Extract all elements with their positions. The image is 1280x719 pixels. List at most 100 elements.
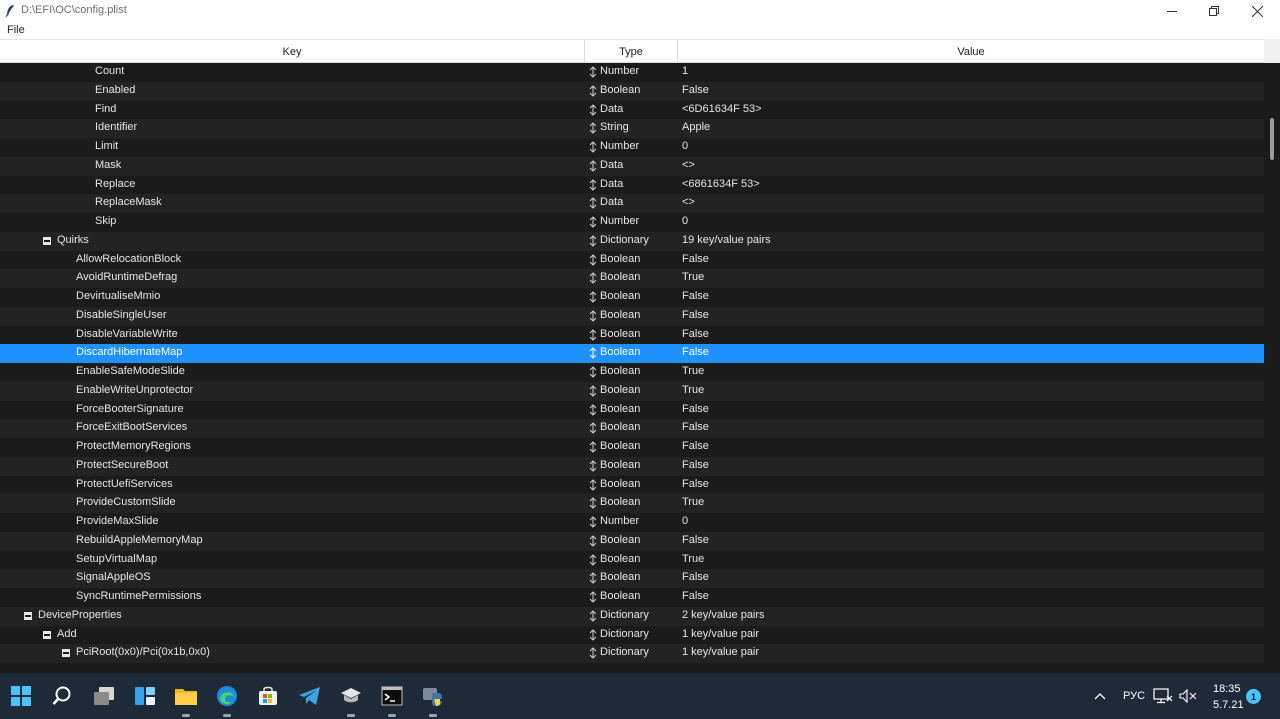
- row-value[interactable]: True: [682, 496, 704, 508]
- row-value[interactable]: False: [682, 403, 709, 415]
- row-value[interactable]: True: [682, 271, 704, 283]
- row-value[interactable]: False: [682, 534, 709, 546]
- restore-button[interactable]: [1194, 0, 1234, 22]
- row-type[interactable]: Number: [600, 65, 639, 77]
- row-type[interactable]: Boolean: [600, 421, 640, 433]
- clock-date[interactable]: 5.7.21: [1213, 699, 1244, 711]
- row-value[interactable]: 1: [682, 65, 688, 77]
- type-selector-icon[interactable]: [589, 253, 597, 266]
- store-icon[interactable]: [253, 681, 283, 711]
- type-selector-icon[interactable]: [589, 328, 597, 341]
- type-selector-icon[interactable]: [589, 291, 597, 303]
- tree-row[interactable]: Find Data <6D61634F 53>: [0, 101, 1264, 120]
- row-type[interactable]: String: [600, 121, 629, 133]
- type-selector-icon[interactable]: [589, 197, 597, 209]
- tree-row[interactable]: ProtectUefiServices Boolean False: [0, 476, 1264, 495]
- row-value[interactable]: 1 key/value pair: [682, 628, 759, 640]
- tree-row[interactable]: ForceExitBootServices Boolean False: [0, 419, 1264, 438]
- row-value[interactable]: False: [682, 309, 709, 321]
- tree-row[interactable]: AllowRelocationBlock Boolean False: [0, 251, 1264, 270]
- row-value[interactable]: 19 key/value pairs: [682, 234, 771, 246]
- tree-row[interactable]: ReplaceMask Data <>: [0, 194, 1264, 213]
- row-value[interactable]: False: [682, 459, 709, 471]
- type-selector-icon[interactable]: [589, 478, 597, 491]
- tree-row[interactable]: ProvideMaxSlide Number 0: [0, 513, 1264, 532]
- row-type[interactable]: Boolean: [600, 590, 640, 602]
- notification-badge[interactable]: 1: [1246, 689, 1261, 704]
- type-selector-icon[interactable]: [589, 103, 597, 116]
- row-value[interactable]: False: [682, 290, 709, 302]
- tree-row[interactable]: Quirks Dictionary 19 key/value pairs: [0, 231, 1264, 251]
- collapse-icon[interactable]: [62, 649, 70, 658]
- row-value[interactable]: 0: [682, 515, 688, 527]
- type-selector-icon[interactable]: [589, 366, 597, 378]
- vertical-scrollbar[interactable]: [1264, 63, 1280, 673]
- row-type[interactable]: Boolean: [600, 571, 640, 583]
- type-selector-icon[interactable]: [589, 141, 597, 153]
- telegram-icon[interactable]: [295, 681, 325, 711]
- tree-row[interactable]: ProtectSecureBoot Boolean False: [0, 456, 1264, 476]
- row-value[interactable]: <>: [682, 159, 695, 171]
- row-type[interactable]: Boolean: [600, 328, 640, 340]
- tree-row[interactable]: Mask Data <>: [0, 156, 1264, 176]
- menu-file[interactable]: File: [7, 24, 25, 36]
- tree-row[interactable]: EnableSafeModeSlide Boolean True: [0, 363, 1264, 382]
- language-indicator[interactable]: РУС: [1123, 690, 1145, 702]
- row-value[interactable]: <6861634F 53>: [682, 178, 760, 190]
- row-type[interactable]: Number: [600, 215, 639, 227]
- header-key[interactable]: Key: [0, 40, 585, 63]
- type-selector-icon[interactable]: [589, 122, 597, 134]
- type-selector-icon[interactable]: [589, 553, 597, 566]
- type-selector-icon[interactable]: [589, 216, 597, 228]
- row-type[interactable]: Boolean: [600, 290, 640, 302]
- row-type[interactable]: Boolean: [600, 459, 640, 471]
- row-value[interactable]: False: [682, 590, 709, 602]
- collapse-icon[interactable]: [24, 611, 32, 620]
- row-value[interactable]: 0: [682, 215, 688, 227]
- tree-row[interactable]: SetupVirtualMap Boolean True: [0, 551, 1264, 570]
- type-selector-icon[interactable]: [589, 572, 597, 584]
- row-value[interactable]: False: [682, 84, 709, 96]
- tree-row[interactable]: RebuildAppleMemoryMap Boolean False: [0, 531, 1264, 551]
- chevron-up-icon[interactable]: [1089, 681, 1111, 711]
- row-value[interactable]: False: [682, 346, 709, 358]
- row-type[interactable]: Boolean: [600, 440, 640, 452]
- task-view-icon[interactable]: [89, 681, 119, 711]
- row-value[interactable]: False: [682, 440, 709, 452]
- row-value[interactable]: False: [682, 328, 709, 340]
- row-type[interactable]: Boolean: [600, 403, 640, 415]
- type-selector-icon[interactable]: [589, 535, 597, 547]
- type-selector-icon[interactable]: [589, 628, 597, 641]
- python-icon[interactable]: [418, 681, 448, 717]
- row-type[interactable]: Boolean: [600, 496, 640, 508]
- tree-row[interactable]: Enabled Boolean False: [0, 81, 1264, 101]
- row-type[interactable]: Boolean: [600, 84, 640, 96]
- row-value[interactable]: <6D61634F 53>: [682, 103, 762, 115]
- type-selector-icon[interactable]: [589, 647, 597, 659]
- row-value[interactable]: Apple: [682, 121, 710, 133]
- row-type[interactable]: Boolean: [600, 553, 640, 565]
- edge-icon[interactable]: [212, 681, 242, 717]
- header-type[interactable]: Type: [585, 40, 678, 63]
- tree-row[interactable]: Count Number 1: [0, 63, 1264, 82]
- tree-row[interactable]: Limit Number 0: [0, 138, 1264, 157]
- type-selector-icon[interactable]: [589, 497, 597, 509]
- row-value[interactable]: True: [682, 384, 704, 396]
- row-type[interactable]: Data: [600, 178, 623, 190]
- clock-time[interactable]: 18:35: [1213, 683, 1241, 695]
- type-selector-icon[interactable]: [589, 66, 597, 78]
- type-selector-icon[interactable]: [589, 422, 597, 434]
- row-type[interactable]: Data: [600, 103, 623, 115]
- row-type[interactable]: Boolean: [600, 309, 640, 321]
- tree-row[interactable]: ForceBooterSignature Boolean False: [0, 401, 1264, 420]
- tree-row[interactable]: Add Dictionary 1 key/value pair: [0, 626, 1264, 645]
- row-type[interactable]: Boolean: [600, 478, 640, 490]
- tree-row[interactable]: ProvideCustomSlide Boolean True: [0, 494, 1264, 513]
- row-type[interactable]: Data: [600, 159, 623, 171]
- row-value[interactable]: True: [682, 553, 704, 565]
- type-selector-icon[interactable]: [589, 591, 597, 603]
- type-selector-icon[interactable]: [589, 160, 597, 172]
- windows-start-icon[interactable]: [6, 681, 36, 711]
- row-type[interactable]: Boolean: [600, 534, 640, 546]
- type-selector-icon[interactable]: [589, 235, 597, 247]
